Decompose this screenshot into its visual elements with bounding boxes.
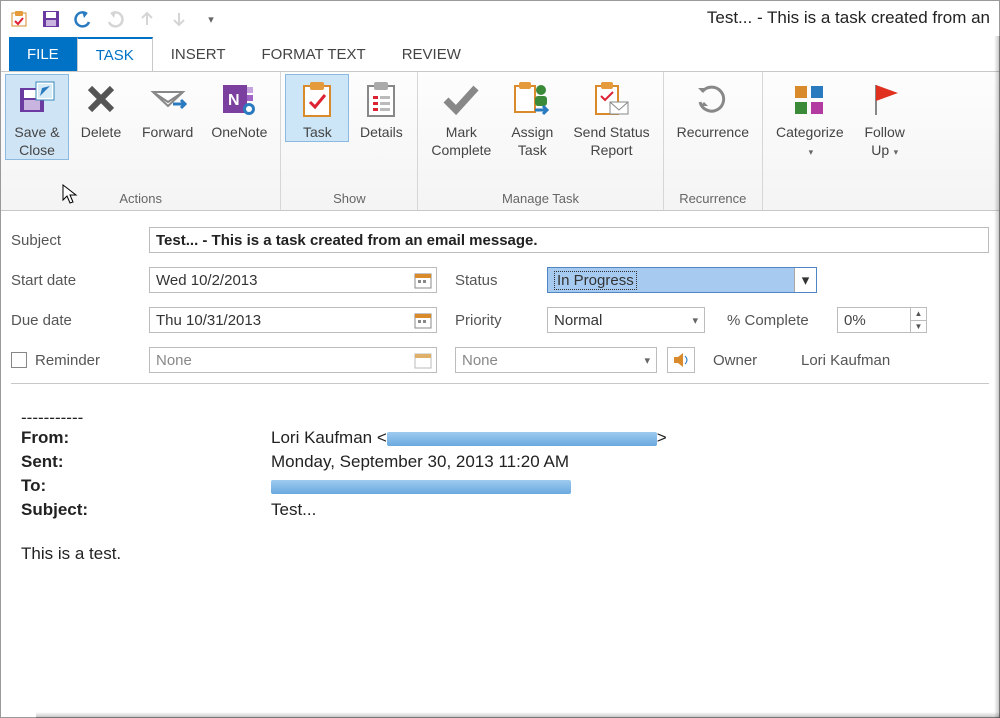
svg-text:N: N: [228, 92, 240, 109]
start-date-label: Start date: [11, 272, 149, 289]
subject-label: Subject: [11, 232, 149, 249]
delete-button[interactable]: Delete: [69, 74, 133, 142]
reminder-sound-button[interactable]: [667, 347, 695, 373]
window-title: Test... - This is a task created from an: [707, 8, 990, 28]
prev-item-icon: [137, 9, 157, 29]
send-status-report-button[interactable]: Send Status Report: [564, 74, 658, 160]
ribbon-group-tags: Categorize▾ Follow Up ▾: [763, 72, 921, 210]
chevron-down-icon[interactable]: ▾: [794, 268, 816, 292]
pct-complete-input[interactable]: 0% ▲▼: [837, 307, 927, 333]
undo-icon[interactable]: [73, 9, 93, 29]
categorize-button[interactable]: Categorize▾: [767, 74, 853, 162]
reminder-date-input[interactable]: None: [149, 347, 437, 373]
reminder-time-dropdown[interactable]: None▾: [455, 347, 657, 373]
group-label-recurrence: Recurrence: [664, 191, 762, 210]
tab-format-text[interactable]: FORMAT TEXT: [244, 37, 384, 71]
tab-review[interactable]: REVIEW: [384, 37, 479, 71]
task-view-button[interactable]: Task: [285, 74, 349, 142]
spinner-buttons[interactable]: ▲▼: [910, 308, 926, 332]
send-status-icon: [591, 79, 631, 119]
onenote-icon: N: [219, 79, 259, 119]
ribbon-group-manage-task: Mark Complete Assign Task Send Status Re…: [418, 72, 663, 210]
follow-up-button[interactable]: Follow Up ▾: [853, 74, 917, 162]
tab-task[interactable]: TASK: [77, 37, 153, 71]
tab-insert[interactable]: INSERT: [153, 37, 244, 71]
save-icon[interactable]: [41, 9, 61, 29]
priority-dropdown[interactable]: Normal▾: [547, 307, 705, 333]
forward-button[interactable]: Forward: [133, 74, 202, 142]
recurrence-icon: [693, 79, 733, 119]
delete-icon: [81, 79, 121, 119]
start-date-input[interactable]: Wed 10/2/2013: [149, 267, 437, 293]
next-item-icon: [169, 9, 189, 29]
reminder-label: Reminder: [35, 352, 100, 369]
status-label: Status: [455, 272, 547, 289]
calendar-icon[interactable]: [414, 311, 432, 333]
pct-complete-label: % Complete: [727, 312, 837, 329]
ribbon: Save & Close Delete Forward N OneNote Ac…: [1, 71, 999, 211]
assign-task-button[interactable]: Assign Task: [500, 74, 564, 160]
save-and-close-button[interactable]: Save & Close: [5, 74, 69, 160]
save-close-icon: [17, 79, 57, 119]
group-label-show: Show: [281, 191, 417, 210]
message-body-text: This is a test.: [21, 544, 979, 564]
recurrence-button[interactable]: Recurrence: [668, 74, 758, 142]
message-header: From: Lori Kaufman <> Sent: Monday, Sept…: [21, 428, 979, 520]
details-button[interactable]: Details: [349, 74, 413, 142]
tab-file[interactable]: FILE: [9, 37, 77, 71]
ribbon-group-recurrence: Recurrence Recurrence: [664, 72, 763, 210]
categorize-icon: [790, 79, 830, 119]
group-label-manage: Manage Task: [418, 191, 662, 210]
calendar-icon[interactable]: [414, 351, 432, 373]
chevron-down-icon: ▾: [692, 314, 698, 327]
due-date-label: Due date: [11, 312, 149, 329]
task-icon: [297, 79, 337, 119]
priority-label: Priority: [455, 312, 547, 329]
flag-icon: [865, 79, 905, 119]
ribbon-group-actions: Save & Close Delete Forward N OneNote Ac…: [1, 72, 281, 210]
reminder-checkbox[interactable]: [11, 352, 27, 368]
owner-value: Lori Kaufman: [801, 352, 890, 369]
due-date-input[interactable]: Thu 10/31/2013: [149, 307, 437, 333]
onenote-button[interactable]: N OneNote: [202, 74, 276, 142]
details-icon: [361, 79, 401, 119]
chevron-down-icon: ▾: [644, 354, 650, 367]
assign-task-icon: [512, 79, 552, 119]
subject-input[interactable]: [149, 227, 989, 253]
calendar-icon[interactable]: [414, 271, 432, 293]
ribbon-tabs: FILE TASK INSERT FORMAT TEXT REVIEW: [1, 37, 999, 71]
forward-icon: [148, 79, 188, 119]
qat-customize-icon[interactable]: ▾: [201, 9, 221, 29]
owner-label: Owner: [713, 352, 801, 369]
check-icon: [441, 79, 481, 119]
ribbon-group-show: Task Details Show: [281, 72, 418, 210]
status-dropdown[interactable]: In Progress ▾: [547, 267, 817, 293]
task-app-icon: [9, 9, 29, 29]
task-form: Subject Start date Wed 10/2/2013 Status …: [1, 211, 999, 377]
mark-complete-button[interactable]: Mark Complete: [422, 74, 500, 160]
task-body[interactable]: ----------- From: Lori Kaufman <> Sent: …: [11, 383, 989, 588]
redo-icon: [105, 9, 125, 29]
group-label-actions: Actions: [1, 191, 280, 210]
